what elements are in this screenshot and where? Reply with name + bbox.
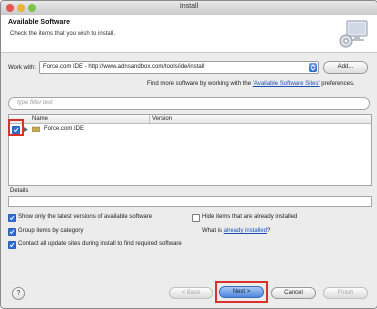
checkmark-icon xyxy=(9,242,15,248)
hide-installed-label: Hide items that are already installed xyxy=(202,214,298,220)
back-button[interactable]: < Back xyxy=(169,287,213,299)
filter-placeholder: type filter text xyxy=(17,100,53,106)
details-label: Details xyxy=(10,188,29,194)
work-with-dropdown-button[interactable] xyxy=(309,63,317,72)
checkmark-icon xyxy=(9,215,15,221)
what-is-installed-text: What is already installed? xyxy=(202,228,270,234)
checkmark-icon xyxy=(9,229,15,235)
page-description: Check the items that you wish to install… xyxy=(10,31,116,37)
more-software-prefix: Find more software by working with the xyxy=(147,81,253,87)
expand-triangle-icon[interactable] xyxy=(24,127,29,132)
latest-versions-checkbox[interactable] xyxy=(8,214,16,222)
already-installed-link[interactable]: already installed xyxy=(224,228,267,234)
page-title: Available Software xyxy=(8,19,70,26)
contact-sites-checkbox[interactable] xyxy=(8,241,16,249)
group-by-category-label: Group items by category xyxy=(18,228,84,234)
contact-sites-label: Contact all update sites during install … xyxy=(18,241,182,247)
more-software-suffix: preferences. xyxy=(319,81,355,87)
checkbox-highlight xyxy=(8,119,24,136)
add-site-button[interactable]: Add... xyxy=(323,61,368,74)
chevron-updown-icon xyxy=(310,64,316,71)
page-header: Available Software Check the items that … xyxy=(1,15,377,53)
work-with-label: Work with: xyxy=(8,65,36,71)
install-dialog: Install Available Software Check the ite… xyxy=(0,0,377,309)
work-with-value: Force.com IDE - http://www.adnsandbox.co… xyxy=(43,64,205,70)
column-divider xyxy=(149,115,150,123)
install-wizard-icon xyxy=(339,20,368,48)
title-bar: Install xyxy=(1,1,377,16)
row-name: Force.com IDE xyxy=(44,126,85,132)
table-header: Name Version xyxy=(9,115,371,124)
latest-versions-label: Show only the latest versions of availab… xyxy=(18,214,153,220)
hide-installed-checkbox[interactable] xyxy=(192,214,200,222)
group-by-category-checkbox[interactable] xyxy=(8,228,16,236)
cancel-button[interactable]: Cancel xyxy=(271,287,316,299)
software-table: Name Version Force.com IDE xyxy=(8,114,372,186)
help-icon[interactable]: ? xyxy=(12,287,25,300)
details-area xyxy=(8,196,372,207)
filter-input[interactable]: type filter text xyxy=(8,97,370,110)
column-header-version[interactable]: Version xyxy=(152,116,172,122)
category-folder-icon xyxy=(32,126,40,132)
what-is-suffix: ? xyxy=(267,228,271,234)
more-software-text: Find more software by working with the '… xyxy=(147,81,355,87)
table-row[interactable]: Force.com IDE xyxy=(9,124,371,134)
work-with-combo[interactable]: Force.com IDE - http://www.adnsandbox.co… xyxy=(39,61,319,74)
next-button[interactable]: Next > xyxy=(219,286,264,298)
available-software-sites-link[interactable]: 'Available Software Sites' xyxy=(253,81,320,87)
finish-button[interactable]: Finish xyxy=(323,287,368,299)
column-header-name[interactable]: Name xyxy=(32,116,48,122)
what-is-prefix: What is xyxy=(202,228,224,234)
window-title: Install xyxy=(179,3,199,10)
